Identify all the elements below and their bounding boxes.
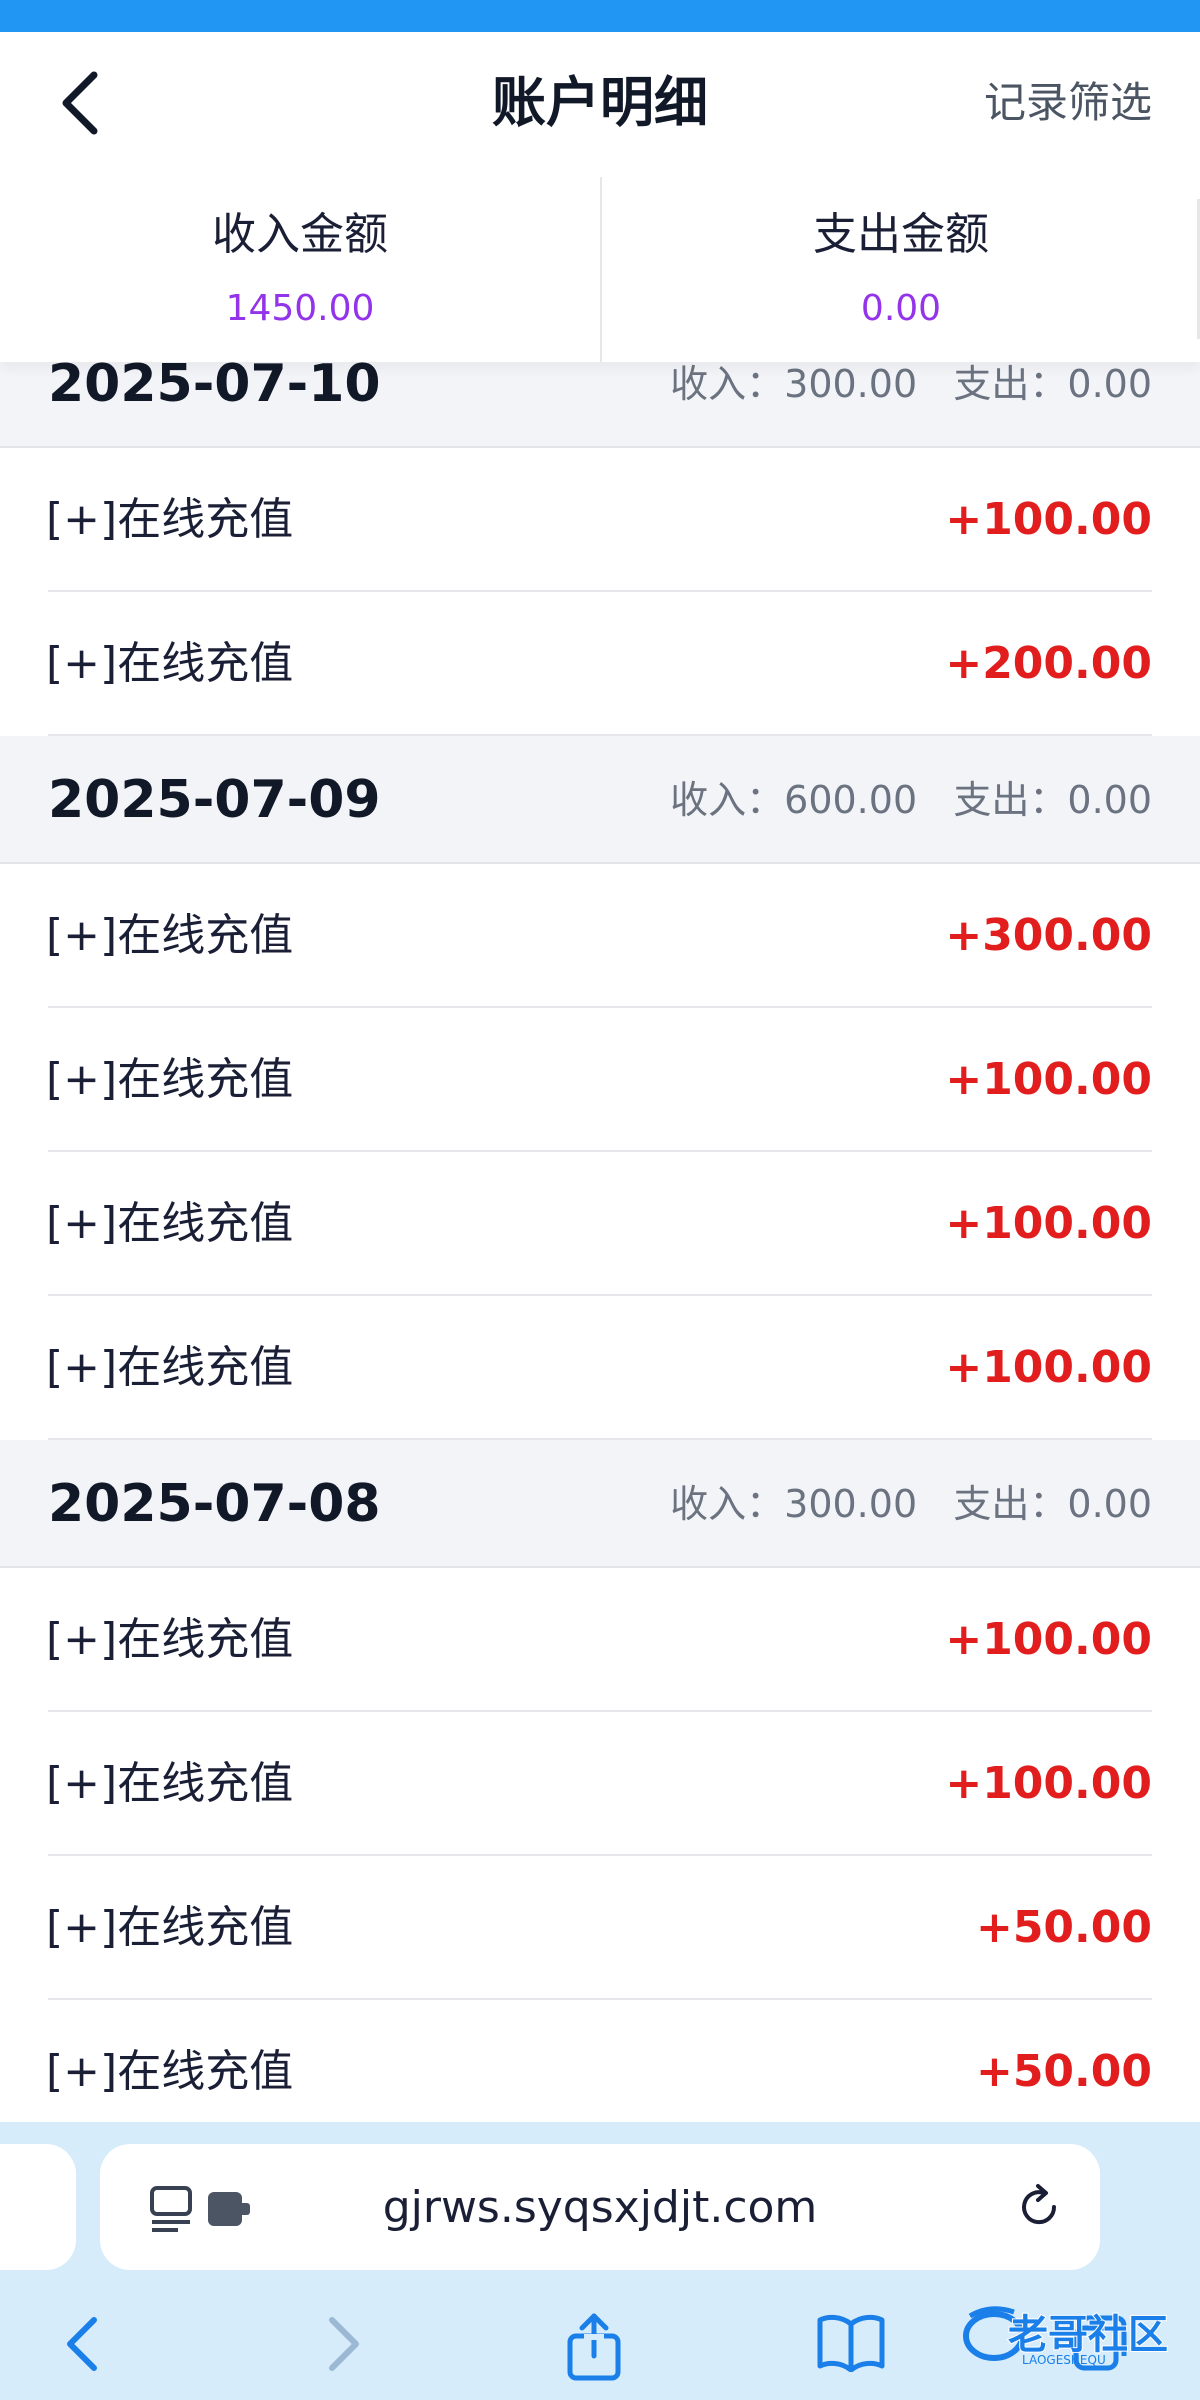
transaction-amount: +200.00 xyxy=(945,638,1152,689)
date-group: 2025-07-10 收入：300.00 支出：0.00 [+]在线充值 +10… xyxy=(0,362,1200,736)
transaction-amount: +300.00 xyxy=(945,910,1152,961)
group-income-value: 600.00 xyxy=(784,778,918,822)
transaction-label: [+]在线充值 xyxy=(46,1054,294,1105)
nav-bar: 账户明细 记录筛选 xyxy=(0,32,1200,177)
svg-text:LAOGESHEQU: LAOGESHEQU xyxy=(1022,2353,1106,2366)
date-group: 2025-07-08 收入：300.00 支出：0.00 [+]在线充值 +10… xyxy=(0,1440,1200,2122)
group-stats: 收入：300.00 支出：0.00 xyxy=(670,1480,1152,1528)
transaction-amount: +100.00 xyxy=(945,494,1152,545)
group-date: 2025-07-10 xyxy=(48,362,381,414)
list-item[interactable]: [+]在线充值 +100.00 xyxy=(0,1568,1200,1712)
date-group-header: 2025-07-10 收入：300.00 支出：0.00 xyxy=(0,362,1200,448)
income-total-label: 收入金额 xyxy=(212,209,388,260)
group-expense-value: 0.00 xyxy=(1067,362,1152,406)
list-item[interactable]: [+]在线充值 +100.00 xyxy=(0,448,1200,592)
previous-tab-preview[interactable] xyxy=(0,2144,76,2270)
back-icon[interactable] xyxy=(60,2312,104,2376)
share-icon[interactable] xyxy=(566,2312,622,2382)
transaction-amount: +50.00 xyxy=(975,2046,1152,2097)
summary-panel: 收入金额 1450.00 支出金额 0.00 xyxy=(0,177,1200,362)
list-item[interactable]: [+]在线充值 +50.00 xyxy=(0,2000,1200,2122)
list-item[interactable]: [+]在线充值 +200.00 xyxy=(0,592,1200,736)
transaction-amount: +100.00 xyxy=(945,1342,1152,1393)
group-date: 2025-07-09 xyxy=(48,770,381,830)
transaction-amount: +100.00 xyxy=(945,1614,1152,1665)
group-income-label: 收入： xyxy=(670,362,785,406)
group-income-label: 收入： xyxy=(670,778,785,822)
group-expense-label: 支出： xyxy=(953,778,1068,822)
transaction-amount: +100.00 xyxy=(945,1198,1152,1249)
group-stats: 收入：600.00 支出：0.00 xyxy=(670,776,1152,824)
expense-total-label: 支出金额 xyxy=(813,209,989,260)
group-income-label: 收入： xyxy=(670,1482,785,1526)
forward-icon[interactable] xyxy=(322,2312,366,2376)
expense-total-value: 0.00 xyxy=(860,288,942,329)
date-group-header: 2025-07-08 收入：300.00 支出：0.00 xyxy=(0,1440,1200,1568)
transaction-label: [+]在线充值 xyxy=(46,2046,294,2097)
bookmarks-icon[interactable] xyxy=(816,2312,886,2372)
list-item[interactable]: [+]在线充值 +50.00 xyxy=(0,1856,1200,2000)
list-item[interactable]: [+]在线充值 +100.00 xyxy=(0,1152,1200,1296)
transaction-label: [+]在线充值 xyxy=(46,910,294,961)
list-item[interactable]: [+]在线充值 +100.00 xyxy=(0,1296,1200,1440)
status-bar xyxy=(0,0,1200,32)
transaction-label: [+]在线充值 xyxy=(46,1614,294,1665)
list-item[interactable]: [+]在线充值 +300.00 xyxy=(0,864,1200,1008)
transaction-list[interactable]: 2025-07-10 收入：300.00 支出：0.00 [+]在线充值 +10… xyxy=(0,362,1200,2122)
transaction-label: [+]在线充值 xyxy=(46,1902,294,1953)
list-item[interactable]: [+]在线充值 +100.00 xyxy=(0,1712,1200,1856)
filter-records-button[interactable]: 记录筛选 xyxy=(984,68,1152,138)
group-expense-label: 支出： xyxy=(953,362,1068,406)
income-summary: 收入金额 1450.00 xyxy=(0,177,600,362)
transaction-label: [+]在线充值 xyxy=(46,638,294,689)
transaction-amount: +100.00 xyxy=(945,1054,1152,1105)
date-group: 2025-07-09 收入：600.00 支出：0.00 [+]在线充值 +30… xyxy=(0,736,1200,1440)
group-expense-label: 支出： xyxy=(953,1482,1068,1526)
svg-text:老哥社区: 老哥社区 xyxy=(1008,2312,1168,2358)
transaction-amount: +100.00 xyxy=(945,1758,1152,1809)
group-income-value: 300.00 xyxy=(784,362,918,406)
group-expense-value: 0.00 xyxy=(1067,1482,1152,1526)
transaction-label: [+]在线充值 xyxy=(46,1758,294,1809)
group-income-value: 300.00 xyxy=(784,1482,918,1526)
income-total-value: 1450.00 xyxy=(225,288,375,329)
address-bar[interactable]: gjrws.syqsxjdjt.com xyxy=(100,2144,1100,2270)
reload-icon[interactable] xyxy=(1014,2182,1064,2232)
group-expense-value: 0.00 xyxy=(1067,778,1152,822)
group-date: 2025-07-08 xyxy=(48,1474,381,1534)
group-stats: 收入：300.00 支出：0.00 xyxy=(670,362,1152,408)
site-watermark-logo: 老哥社区 LAOGESHEQU xyxy=(963,2306,1169,2366)
transaction-label: [+]在线充值 xyxy=(46,1342,294,1393)
date-group-header: 2025-07-09 收入：600.00 支出：0.00 xyxy=(0,736,1200,864)
transaction-amount: +50.00 xyxy=(975,1902,1152,1953)
expense-summary: 支出金额 0.00 xyxy=(600,177,1200,362)
transaction-label: [+]在线充值 xyxy=(46,1198,294,1249)
url-text: gjrws.syqsxjdjt.com xyxy=(382,2182,818,2233)
transaction-label: [+]在线充值 xyxy=(46,494,294,545)
list-item[interactable]: [+]在线充值 +100.00 xyxy=(0,1008,1200,1152)
